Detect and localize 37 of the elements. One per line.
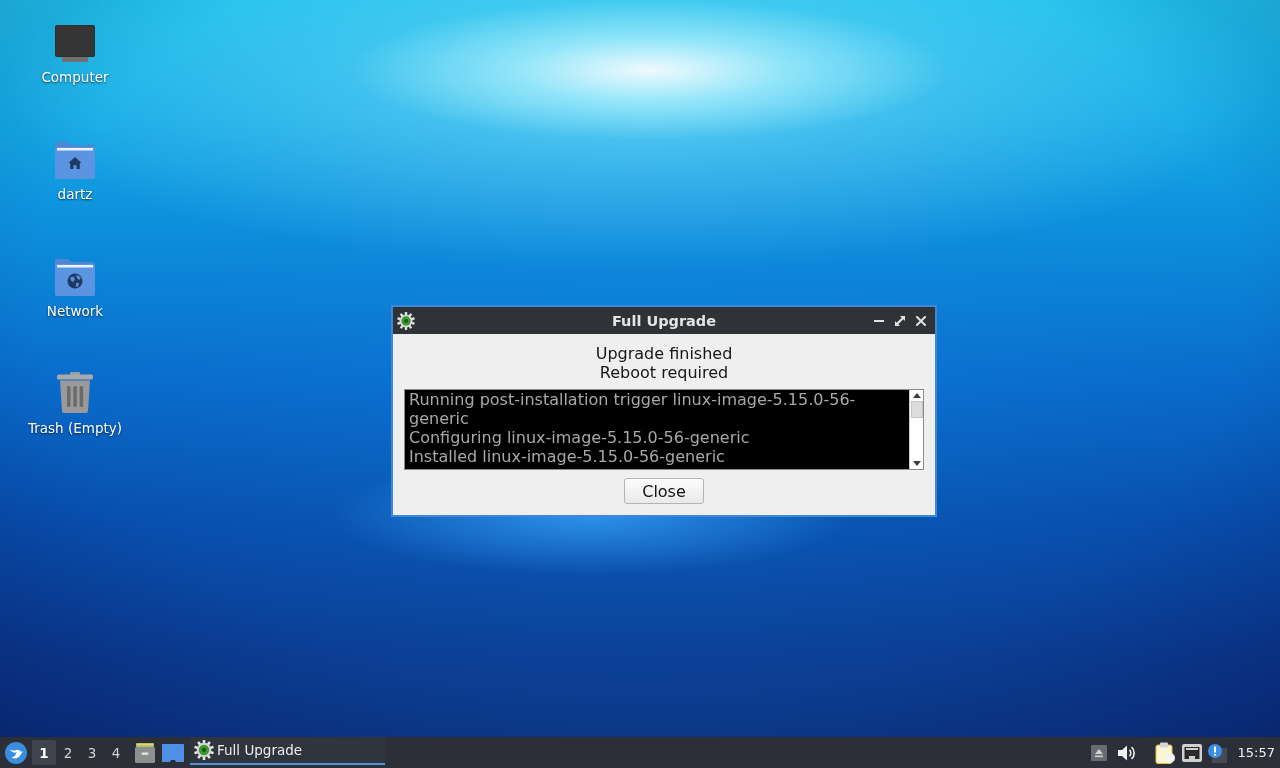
log-line: Installed linux-image-5.15.0-56-generic <box>409 447 726 466</box>
alert-icon[interactable] <box>1206 742 1227 763</box>
home-folder-icon <box>55 142 95 179</box>
file-drawer-icon[interactable] <box>135 742 155 763</box>
task-button[interactable]: Full Upgrade <box>190 737 385 765</box>
trash-icon <box>57 372 93 413</box>
monitor-icon <box>55 25 95 62</box>
scroll-up-icon[interactable] <box>912 393 921 398</box>
maximize-icon <box>894 315 905 326</box>
scrollbar-thumb[interactable] <box>910 401 923 418</box>
scroll-down-icon[interactable] <box>912 461 921 466</box>
ethernet-port-icon[interactable] <box>1181 743 1202 762</box>
desktop-shortcut[interactable]: Network <box>44 254 106 320</box>
eject-icon[interactable] <box>1090 744 1107 761</box>
log-line: Running post-installation trigger linux-image-5.15.0-56-generic <box>409 390 857 428</box>
gear-icon <box>194 740 214 760</box>
log-line: Configuring linux-image-5.15.0-56-generic <box>409 428 751 447</box>
status-message: Reboot required <box>599 363 729 382</box>
status-message: Upgrade finished <box>595 344 733 363</box>
speaker-icon[interactable] <box>1117 744 1136 761</box>
close-icon <box>915 315 926 326</box>
workspace-button[interactable]: 3 <box>80 740 104 765</box>
gear-icon <box>397 311 415 330</box>
start-menu-button[interactable] <box>3 739 29 766</box>
globe-folder-icon <box>55 259 95 296</box>
bird-logo-icon <box>5 741 27 764</box>
scrollbar[interactable] <box>909 390 923 469</box>
workspace-button[interactable]: 1 <box>32 740 56 765</box>
close-dialog-button[interactable]: Close <box>624 478 704 504</box>
window-title: Full Upgrade <box>611 312 717 329</box>
screen-icon[interactable] <box>162 743 184 762</box>
workspace-button[interactable]: 2 <box>56 740 80 765</box>
clock[interactable]: 15:57 <box>1237 745 1275 760</box>
workspace-button[interactable]: 4 <box>104 740 128 765</box>
desktop-shortcut[interactable]: Trash (Empty) <box>25 371 124 437</box>
clipboard-icon[interactable] <box>1154 741 1175 764</box>
minimize-icon <box>873 319 884 322</box>
